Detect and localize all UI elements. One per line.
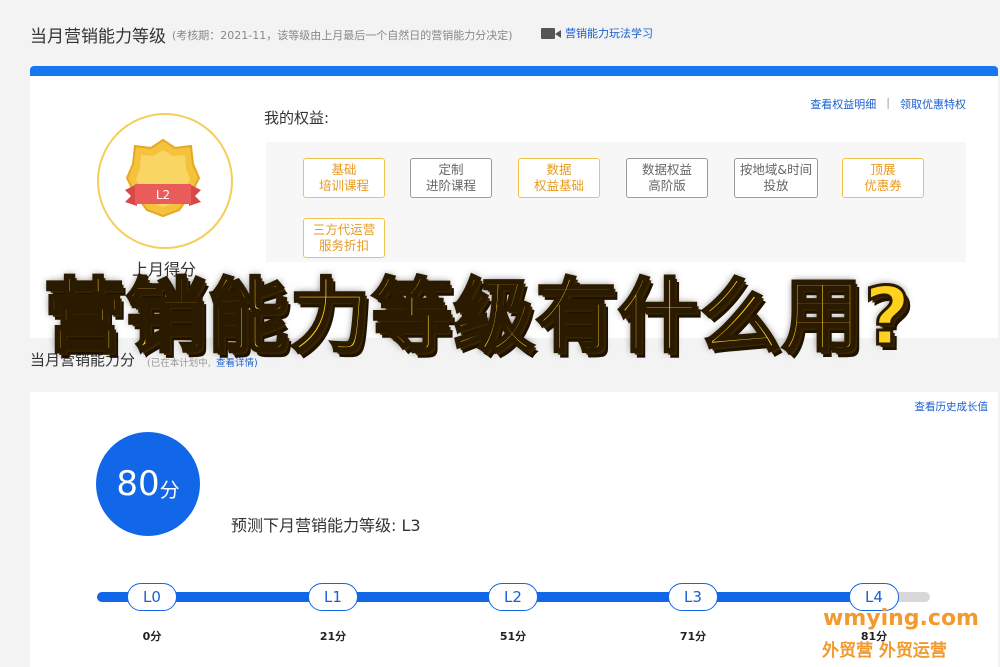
benefits-links: 查看权益明细 | 领取优惠特权 <box>810 96 966 112</box>
watermark-domain: wmying.com <box>823 606 979 631</box>
level-score-l2: 51分 <box>499 630 527 643</box>
benefits-panel: 基础 培训课程 定制 进阶课程 数据 权益基础 数据权益 高阶版 按地域&时间 … <box>266 142 966 262</box>
benefit-top-display-coupon[interactable]: 顶展 优惠券 <box>842 158 924 198</box>
score-value: 80 <box>116 464 160 504</box>
watermark-text: 外贸营 外贸运营 <box>822 641 947 661</box>
claim-privilege-link[interactable]: 领取优惠特权 <box>900 96 966 112</box>
tutorial-video-link[interactable]: 营销能力玩法学习 <box>541 25 653 41</box>
my-benefits-label: 我的权益: <box>264 109 330 127</box>
benefit-custom-course[interactable]: 定制 进阶课程 <box>410 158 492 198</box>
next-month-prediction: 预测下月营销能力等级: L3 <box>231 516 421 535</box>
view-history-link[interactable]: 查看历史成长值 <box>915 399 989 414</box>
level-marker-l1[interactable]: L1 <box>308 583 358 611</box>
view-benefits-detail-link[interactable]: 查看权益明细 <box>810 96 876 112</box>
overlay-headline: 营销能力等级有什么用? <box>43 269 913 365</box>
benefit-basic-training[interactable]: 基础 培训课程 <box>303 158 385 198</box>
level-medal-icon: L2 <box>125 138 201 218</box>
level-score-l3: 71分 <box>679 630 707 643</box>
score-circle: 80 分 <box>96 432 200 536</box>
assessment-period-note: (考核期：2021-11，该等级由上月最后一个自然日的营销能力分决定) <box>172 29 513 42</box>
level-score-l0: 0分 <box>142 630 162 643</box>
benefit-data-basic[interactable]: 数据 权益基础 <box>518 158 600 198</box>
level-score-l1: 21分 <box>319 630 347 643</box>
benefit-geo-time-targeting[interactable]: 按地域&时间 投放 <box>734 158 818 198</box>
medal-level-text: L2 <box>156 188 170 202</box>
tutorial-link-label: 营销能力玩法学习 <box>565 27 653 40</box>
benefit-data-advanced[interactable]: 数据权益 高阶版 <box>626 158 708 198</box>
level-marker-l2[interactable]: L2 <box>488 583 538 611</box>
level-section-title: 当月营销能力等级 <box>30 27 166 47</box>
video-camera-icon <box>541 27 561 39</box>
level-marker-l3[interactable]: L3 <box>668 583 718 611</box>
link-separator: | <box>886 96 890 109</box>
level-marker-l0[interactable]: L0 <box>127 583 177 611</box>
score-unit: 分 <box>159 477 180 502</box>
